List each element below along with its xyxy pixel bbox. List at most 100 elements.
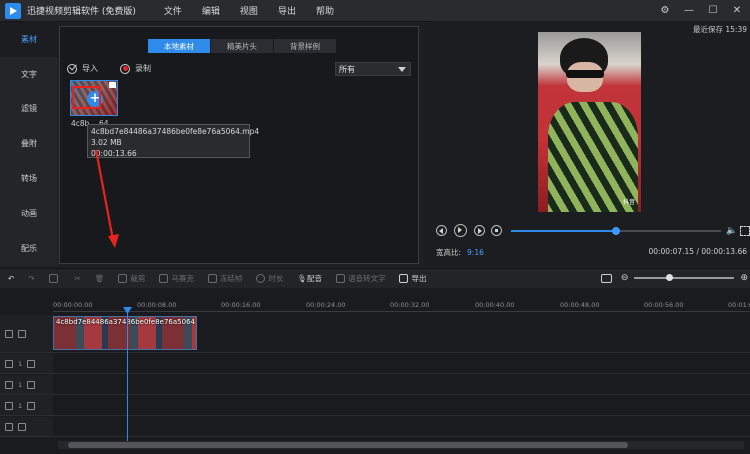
lock-icon[interactable] xyxy=(27,359,36,368)
zoom-out-icon[interactable]: ⊖ xyxy=(621,273,629,283)
overlay-track-header: 1 xyxy=(0,354,53,373)
tick-label: 00:01:0 xyxy=(728,301,750,309)
microphone-icon: 🎙 xyxy=(297,274,307,283)
play-icon[interactable] xyxy=(454,224,467,237)
freeze-label: 冻结帧 xyxy=(219,274,243,283)
music-track-header: 1 xyxy=(0,396,53,415)
export-button[interactable]: 导出 xyxy=(399,273,426,284)
crop-button[interactable]: 裁剪 xyxy=(118,273,145,284)
playback-controls: 🔈 xyxy=(436,224,750,237)
sidebar-item-music[interactable]: 配乐 xyxy=(0,231,58,266)
previous-frame-icon[interactable] xyxy=(436,225,447,236)
tick-label: 00:00:00.00 xyxy=(53,301,93,309)
scissors-icon: ✂ xyxy=(74,274,81,283)
aspect-ratio-value[interactable]: 9:16 xyxy=(467,248,484,257)
tab-local-media[interactable]: 本地素材 xyxy=(148,39,210,53)
undo-button[interactable]: ↶ xyxy=(8,274,14,283)
record-button[interactable]: 录制 xyxy=(120,63,151,74)
film-icon xyxy=(5,329,13,338)
timeline-clip[interactable]: 4c8bd7e84486a37486be0fe8e76a5064.mp4 xyxy=(53,316,197,350)
export-label: 导出 xyxy=(411,274,427,283)
filter-value: 所有 xyxy=(339,64,355,74)
sidebar-item-animation[interactable]: 动画 xyxy=(0,196,58,231)
tick-label: 00:00:08.00 xyxy=(137,301,177,309)
preview-panel: 最近保存 15:39 抖音 🔈 宽高比: 9:16 00:00:07.15 / 0… xyxy=(425,22,750,266)
track-number: 1 xyxy=(18,359,23,368)
menu-help[interactable]: 帮助 xyxy=(306,4,344,17)
menu-file[interactable]: 文件 xyxy=(154,4,192,17)
playhead[interactable] xyxy=(127,307,128,449)
timeline: 00:00:00.00 00:00:08.00 00:00:16.00 00:0… xyxy=(0,289,750,454)
zoom-slider[interactable] xyxy=(634,274,735,281)
tick-label: 00:00:32.00 xyxy=(390,301,430,309)
current-time: 00:00:07.15 xyxy=(648,247,695,256)
chevron-down-icon xyxy=(398,67,406,72)
lock-icon[interactable] xyxy=(27,401,36,410)
mosaic-button[interactable]: 马赛克 xyxy=(159,273,194,284)
zoom-knob[interactable] xyxy=(666,274,674,281)
tab-intros[interactable]: 精美片头 xyxy=(211,39,273,53)
media-tooltip: 4c8bd7e84486a37486be0fe8e76a5064.mp4 3.0… xyxy=(87,124,259,158)
sidebar-item-transitions[interactable]: 转场 xyxy=(0,161,58,196)
duration-button[interactable]: 时长 xyxy=(256,273,283,284)
undo-icon: ↶ xyxy=(8,274,15,283)
stop-icon[interactable] xyxy=(491,225,502,236)
progress-knob[interactable] xyxy=(612,227,620,235)
import-button[interactable]: 导入 xyxy=(67,63,98,74)
edit-button[interactable] xyxy=(48,274,61,283)
duration-icon xyxy=(256,274,266,283)
sidebar-item-overlay[interactable]: 叠附 xyxy=(0,126,58,161)
music-note-icon xyxy=(5,401,13,410)
settings-icon[interactable]: ⚙ xyxy=(658,3,672,17)
lock-icon[interactable] xyxy=(18,422,26,431)
delete-button[interactable]: 🗑 xyxy=(95,274,105,283)
track-number: 1 xyxy=(18,401,23,410)
media-filter-select[interactable]: 所有 xyxy=(335,62,411,76)
edit-icon xyxy=(48,274,58,283)
mosaic-label: 马赛克 xyxy=(171,274,194,283)
voiceover-button[interactable]: 🎙 配音 xyxy=(297,273,322,284)
timeline-scrollbar[interactable] xyxy=(58,441,744,449)
minimize-icon[interactable]: — xyxy=(682,3,696,17)
close-icon[interactable]: ✕ xyxy=(730,3,744,17)
annotation-highlight-box xyxy=(72,86,101,109)
sidebar-item-media[interactable]: 素材 xyxy=(0,22,58,57)
aspect-ratio: 宽高比: 9:16 xyxy=(436,247,484,258)
fit-timeline-icon[interactable] xyxy=(600,273,612,283)
crop-label: 裁剪 xyxy=(130,274,146,283)
tab-backgrounds[interactable]: 背景样例 xyxy=(274,39,336,53)
time-ruler: 00:00:00.00 00:00:08.00 00:00:16.00 00:0… xyxy=(53,289,750,313)
fullscreen-icon[interactable] xyxy=(740,226,750,236)
lock-icon[interactable] xyxy=(18,329,26,338)
zoom-control: ⊖ ⊕ xyxy=(600,273,750,283)
maximize-icon[interactable]: ☐ xyxy=(706,3,720,17)
text-track-header: 1 xyxy=(0,375,53,394)
sidebar-item-filters[interactable]: 滤镜 xyxy=(0,92,58,127)
lock-icon[interactable] xyxy=(27,380,36,389)
tick-label: 00:00:16.00 xyxy=(221,301,261,309)
microphone-track-icon xyxy=(5,422,13,431)
menu-edit[interactable]: 编辑 xyxy=(192,4,230,17)
tick-label: 00:00:56.00 xyxy=(644,301,684,309)
redo-button[interactable]: ↷ xyxy=(28,274,34,283)
window-controls: ⚙ — ☐ ✕ xyxy=(658,3,744,17)
text-track: 1 xyxy=(0,375,750,395)
playback-progress[interactable] xyxy=(511,227,721,235)
volume-icon[interactable]: 🔈 xyxy=(726,226,737,236)
zoom-in-icon[interactable]: ⊕ xyxy=(740,273,748,283)
sidebar-item-text[interactable]: 文字 xyxy=(0,57,58,92)
delete-icon: 🗑 xyxy=(94,274,105,283)
import-label: 导入 xyxy=(82,64,98,73)
split-button[interactable]: ✂ xyxy=(75,274,81,283)
text-icon xyxy=(5,380,13,389)
title-bar: 迅捷视频剪辑软件 (免费版) 文件 编辑 视图 导出 帮助 ⚙ — ☐ ✕ xyxy=(0,0,750,22)
menu-view[interactable]: 视图 xyxy=(230,4,268,17)
speech-to-text-button[interactable]: 语音转文字 xyxy=(335,273,386,284)
speech-to-text-label: 语音转文字 xyxy=(347,274,386,283)
tooltip-duration: 00:00:13.66 xyxy=(91,149,137,158)
next-frame-icon[interactable] xyxy=(474,225,485,236)
freeze-frame-button[interactable]: 冻结帧 xyxy=(207,273,243,284)
duration-label: 时长 xyxy=(268,274,284,283)
menu-export[interactable]: 导出 xyxy=(268,4,306,17)
timeline-scrollbar-thumb[interactable] xyxy=(68,442,628,448)
